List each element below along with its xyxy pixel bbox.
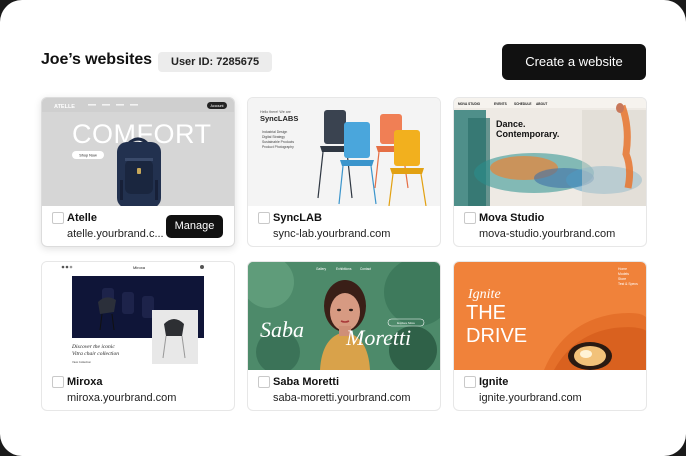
site-name: Mova Studio [479, 212, 545, 224]
synclab-service: Product Photography [262, 145, 294, 149]
mova-nav-item: ABOUT [536, 102, 547, 106]
site-card-ignite[interactable]: Ignite THE DRIVE Home Models Store Test … [453, 261, 647, 411]
select-checkbox[interactable] [52, 376, 64, 388]
site-card-mova-studio[interactable]: MOVA STUDIO EVENTS SCHEDULE ABOUT Dance.… [453, 97, 647, 247]
select-checkbox[interactable] [464, 376, 476, 388]
app-window: Joe’s websites User ID: 7285675 Create a… [0, 0, 686, 456]
site-card-synclab[interactable]: Hello there! We are SyncLABS Industrial … [247, 97, 441, 247]
synclab-service: Digital Strategy [262, 135, 285, 139]
mova-nav-item: MOVA STUDIO [458, 102, 481, 106]
site-url[interactable]: sync-lab.yourbrand.com [273, 228, 390, 240]
ignite-menu-item: Models [618, 272, 629, 276]
site-preview-mova-studio[interactable]: MOVA STUDIO EVENTS SCHEDULE ABOUT Dance.… [454, 98, 646, 206]
select-checkbox[interactable] [258, 376, 270, 388]
site-card-saba-moretti[interactable]: Gallery Exhibitions Contact Saba Moretti… [247, 261, 441, 411]
mova-nav-item: EVENTS [494, 102, 507, 106]
page-header: Joe’s websites User ID: 7285675 Create a… [41, 44, 646, 80]
miroxa-tagline: Vitra chair collection [72, 351, 119, 357]
atelle-brand: ATELLE [54, 104, 75, 110]
atelle-account-button: Account [211, 104, 224, 108]
site-preview-synclab[interactable]: Hello there! We are SyncLABS Industrial … [248, 98, 440, 206]
site-url[interactable]: miroxa.yourbrand.com [67, 392, 176, 404]
mova-headline: Dance. [496, 119, 526, 129]
atelle-shop-button: Shop Now [79, 154, 97, 158]
saba-nav-item: Exhibitions [336, 267, 352, 271]
saba-nav-item: Gallery [316, 267, 327, 271]
ignite-headline: DRIVE [466, 325, 527, 347]
user-id-badge: User ID: 7285675 [158, 52, 273, 72]
miroxa-link: View Collection [72, 360, 92, 364]
manage-button[interactable]: Manage [166, 215, 223, 238]
mova-nav-item: SCHEDULE [514, 102, 532, 106]
site-name: SyncLAB [273, 212, 322, 224]
select-checkbox[interactable] [258, 212, 270, 224]
mova-headline: Contemporary. [496, 129, 559, 139]
site-name: Miroxa [67, 376, 103, 388]
miroxa-tagline: Discover the iconic [71, 344, 115, 350]
site-preview-atelle[interactable]: ATELLE Account COMFORT Shop Now [42, 98, 234, 206]
synclab-service: Industrial Design [262, 130, 287, 134]
ignite-headline: THE [466, 302, 506, 324]
ignite-menu-item: Test & Specs [618, 282, 638, 286]
synclab-service: Sustainable Products [262, 140, 294, 144]
ignite-menu-item: Store [618, 277, 626, 281]
ignite-headline: Ignite [467, 287, 501, 302]
saba-headline: Saba [260, 317, 304, 342]
ignite-menu-item: Home [618, 267, 627, 271]
site-name: Atelle [67, 212, 97, 224]
site-url[interactable]: saba-moretti.yourbrand.com [273, 392, 411, 404]
synclab-brand: SyncLABS [260, 114, 298, 123]
select-checkbox[interactable] [52, 212, 64, 224]
miroxa-brand: Miroxa [133, 265, 146, 270]
site-url[interactable]: ignite.yourbrand.com [479, 392, 582, 404]
site-url[interactable]: atelle.yourbrand.c... [67, 228, 167, 240]
select-checkbox[interactable] [464, 212, 476, 224]
site-card-atelle[interactable]: ATELLE Account COMFORT Shop Now Atelle a… [41, 97, 235, 247]
create-website-button[interactable]: Create a website [502, 44, 646, 80]
site-preview-ignite[interactable]: Ignite THE DRIVE Home Models Store Test … [454, 262, 646, 370]
saba-headline: Moretti [345, 325, 411, 350]
site-name: Saba Moretti [273, 376, 340, 388]
site-name: Ignite [479, 376, 509, 388]
saba-nav-item: Contact [360, 267, 371, 271]
site-url[interactable]: mova-studio.yourbrand.com [479, 228, 615, 240]
saba-cta: Explore More [397, 321, 415, 325]
page-title: Joe’s websites [41, 51, 152, 68]
site-preview-miroxa[interactable]: Miroxa Discover the iconic Vitra chair c… [42, 262, 234, 370]
site-card-miroxa[interactable]: Miroxa Discover the iconic Vitra chair c… [41, 261, 235, 411]
site-preview-saba-moretti[interactable]: Gallery Exhibitions Contact Saba Moretti… [248, 262, 440, 370]
